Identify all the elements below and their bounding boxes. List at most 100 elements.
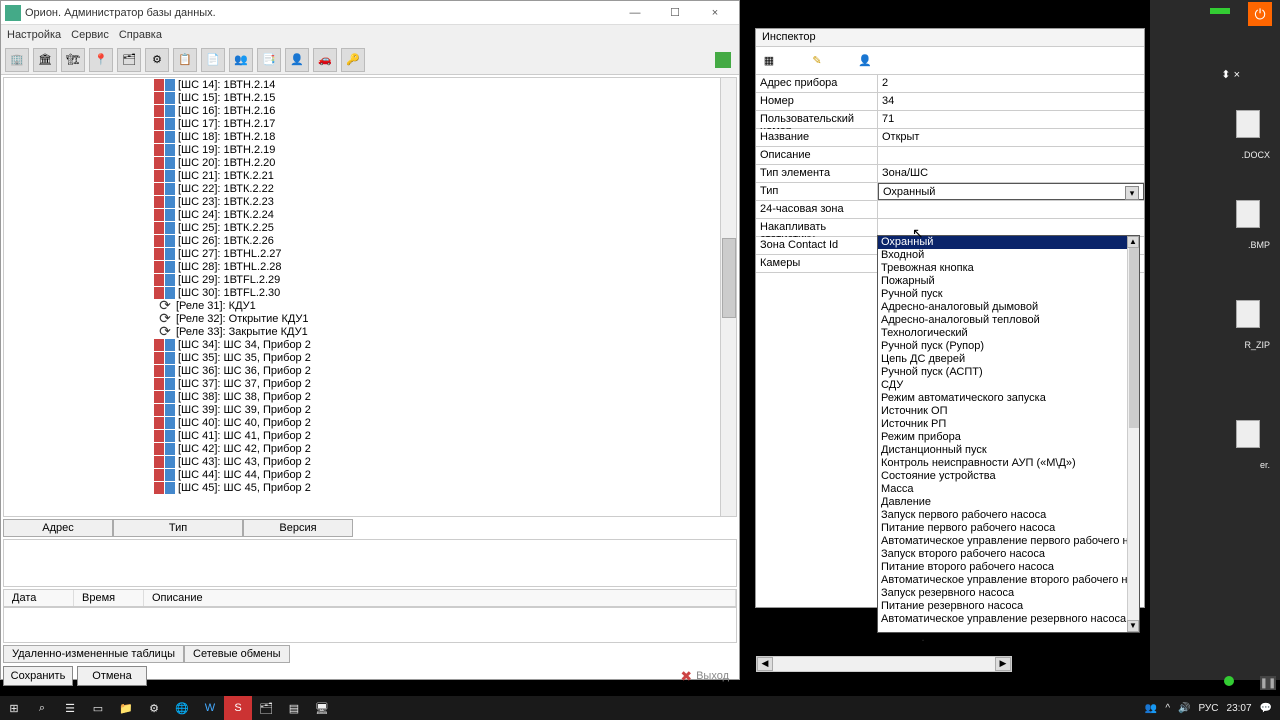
scroll-thumb[interactable]: [1129, 248, 1139, 428]
dropdown-option[interactable]: Питание резервного насоса: [878, 600, 1139, 613]
toolbar-button-9[interactable]: 👥: [229, 48, 253, 72]
dropdown-option[interactable]: Запуск резервного насоса: [878, 587, 1139, 600]
task-item[interactable]: ▭: [84, 696, 112, 720]
scroll-right-icon[interactable]: ▶: [995, 657, 1011, 671]
dropdown-option[interactable]: Запуск первого рабочего насоса: [878, 509, 1139, 522]
tree-item[interactable]: [ШС 17]: 1ВТН.2.17: [4, 117, 736, 130]
toolbar-button-10[interactable]: 📑: [257, 48, 281, 72]
tree-scrollbar[interactable]: [720, 78, 736, 516]
toolbar-button-5[interactable]: 🗂: [117, 48, 141, 72]
inspector-tab-user-icon[interactable]: 👤: [856, 52, 874, 70]
tree-item[interactable]: [ШС 43]: ШС 43, Прибор 2: [4, 455, 736, 468]
dropdown-option[interactable]: Источник РП: [878, 418, 1139, 431]
dropdown-scrollbar[interactable]: ▲ ▼: [1127, 236, 1139, 632]
dropdown-option[interactable]: Автоматическое управление резервного нас…: [878, 613, 1139, 626]
dropdown-option[interactable]: Технологический: [878, 327, 1139, 340]
tray-lang[interactable]: РУС: [1198, 703, 1218, 714]
task-item[interactable]: ▤: [280, 696, 308, 720]
desktop-file-icon[interactable]: [1236, 300, 1260, 328]
tree-item[interactable]: [ШС 23]: 1ВТК.2.23: [4, 195, 736, 208]
cancel-button[interactable]: Отмена: [77, 666, 147, 686]
task-item[interactable]: 🌐: [168, 696, 196, 720]
tree-item[interactable]: [ШС 38]: ШС 38, Прибор 2: [4, 390, 736, 403]
toolbar-button-3[interactable]: 🏗: [61, 48, 85, 72]
task-item[interactable]: 🗂: [252, 696, 280, 720]
col-type[interactable]: Тип: [113, 519, 243, 537]
inspector-row[interactable]: Номер34: [756, 93, 1144, 111]
tab-network[interactable]: Сетевые обмены: [184, 645, 290, 663]
tree-item[interactable]: [ШС 27]: 1ВТHL.2.27: [4, 247, 736, 260]
dropdown-option[interactable]: Автоматическое управление второго рабоче…: [878, 574, 1139, 587]
inspector-value[interactable]: [878, 219, 1144, 236]
tree-item[interactable]: ⟳[Реле 31]: КДУ1: [4, 299, 736, 312]
maximize-button[interactable]: ☐: [655, 2, 695, 24]
col-address[interactable]: Адрес: [3, 519, 113, 537]
scroll-left-icon[interactable]: ◀: [757, 657, 773, 671]
dropdown-option[interactable]: Охранный: [878, 236, 1139, 249]
tree-item[interactable]: [ШС 22]: 1ВТК.2.22: [4, 182, 736, 195]
task-item[interactable]: 🖥: [308, 696, 336, 720]
dropdown-option[interactable]: Масса: [878, 483, 1139, 496]
desktop-file-icon[interactable]: [1236, 110, 1260, 138]
tree-item[interactable]: [ШС 26]: 1ВТК.2.26: [4, 234, 736, 247]
dropdown-option[interactable]: Дистанционный пуск: [878, 444, 1139, 457]
task-item[interactable]: ⚙: [140, 696, 168, 720]
toolbar-button-13[interactable]: 🔑: [341, 48, 365, 72]
inspector-value[interactable]: Зона/ШС: [878, 165, 1144, 182]
task-item[interactable]: W: [196, 696, 224, 720]
panel-close-icon[interactable]: ⬍ ×: [1221, 68, 1240, 81]
tree-item[interactable]: [ШС 37]: ШС 37, Прибор 2: [4, 377, 736, 390]
tray-volume-icon[interactable]: 🔊: [1178, 703, 1190, 714]
tree-item[interactable]: [ШС 14]: 1ВТН.2.14: [4, 78, 736, 91]
inspector-row[interactable]: НазваниеОткрыт: [756, 129, 1144, 147]
inspector-value[interactable]: 71: [878, 111, 1144, 128]
scroll-down-icon[interactable]: ▼: [1127, 620, 1139, 632]
inspector-row[interactable]: Описание: [756, 147, 1144, 165]
toolbar-button-1[interactable]: 🏢: [5, 48, 29, 72]
exit-button[interactable]: ✖Выход: [672, 668, 737, 685]
tree-item[interactable]: [ШС 18]: 1ВТН.2.18: [4, 130, 736, 143]
minimize-button[interactable]: —: [615, 2, 655, 24]
taskview-icon[interactable]: ☰: [56, 696, 84, 720]
dropdown-option[interactable]: Цепь ДС дверей: [878, 353, 1139, 366]
dropdown-option[interactable]: Адресно-аналоговый тепловой: [878, 314, 1139, 327]
pause-icon[interactable]: ❚❚: [1260, 676, 1276, 690]
toolbar-button-7[interactable]: 📋: [173, 48, 197, 72]
dropdown-option[interactable]: СДУ: [878, 379, 1139, 392]
inspector-row[interactable]: Тип элементаЗона/ШС: [756, 165, 1144, 183]
tree-item[interactable]: [ШС 16]: 1ВТН.2.16: [4, 104, 736, 117]
scroll-thumb[interactable]: [722, 238, 736, 318]
tree-item[interactable]: [ШС 35]: ШС 35, Прибор 2: [4, 351, 736, 364]
tray-notification-icon[interactable]: 💬: [1260, 703, 1272, 714]
toolbar-button-8[interactable]: 📄: [201, 48, 225, 72]
tree-item[interactable]: [ШС 40]: ШС 40, Прибор 2: [4, 416, 736, 429]
toolbar-button-6[interactable]: ⚙: [145, 48, 169, 72]
menu-item[interactable]: Настройка: [7, 29, 61, 41]
tree-item[interactable]: [ШС 41]: ШС 41, Прибор 2: [4, 429, 736, 442]
dropdown-option[interactable]: Ручной пуск: [878, 288, 1139, 301]
start-button[interactable]: ⊞: [0, 696, 28, 720]
inspector-value[interactable]: 34: [878, 93, 1144, 110]
dropdown-option[interactable]: Режим автоматического запуска: [878, 392, 1139, 405]
dropdown-option[interactable]: Автоматическое управление первого рабоче…: [878, 535, 1139, 548]
desktop-file-icon[interactable]: [1236, 420, 1260, 448]
tab-modified[interactable]: Удаленно-измененные таблицы: [3, 645, 184, 663]
inspector-value[interactable]: 2: [878, 75, 1144, 92]
horizontal-scrollbar[interactable]: ◀ ▶: [756, 656, 1012, 672]
tree-item[interactable]: ⟳[Реле 33]: Закрытие КДУ1: [4, 325, 736, 338]
tree-item[interactable]: [ШС 28]: 1ВТHL.2.28: [4, 260, 736, 273]
dropdown-option[interactable]: Запуск второго рабочего насоса: [878, 548, 1139, 561]
device-tree[interactable]: [ШС 14]: 1ВТН.2.14[ШС 15]: 1ВТН.2.15[ШС …: [3, 77, 737, 517]
dropdown-option[interactable]: Контроль неисправности АУП («М\Д»): [878, 457, 1139, 470]
tree-item[interactable]: [ШС 39]: ШС 39, Прибор 2: [4, 403, 736, 416]
inspector-value[interactable]: Открыт: [878, 129, 1144, 146]
task-item[interactable]: S: [224, 696, 252, 720]
tree-item[interactable]: [ШС 44]: ШС 44, Прибор 2: [4, 468, 736, 481]
inspector-tab-grid-icon[interactable]: ▦: [760, 52, 778, 70]
toolbar-button-4[interactable]: 📍: [89, 48, 113, 72]
tree-item[interactable]: [ШС 15]: 1ВТН.2.15: [4, 91, 736, 104]
inspector-tab-wand-icon[interactable]: ✎: [808, 52, 826, 70]
tree-item[interactable]: [ШС 20]: 1ВТН.2.20: [4, 156, 736, 169]
inspector-value[interactable]: Охранный▾: [878, 183, 1144, 200]
inspector-row[interactable]: Адрес прибора2: [756, 75, 1144, 93]
